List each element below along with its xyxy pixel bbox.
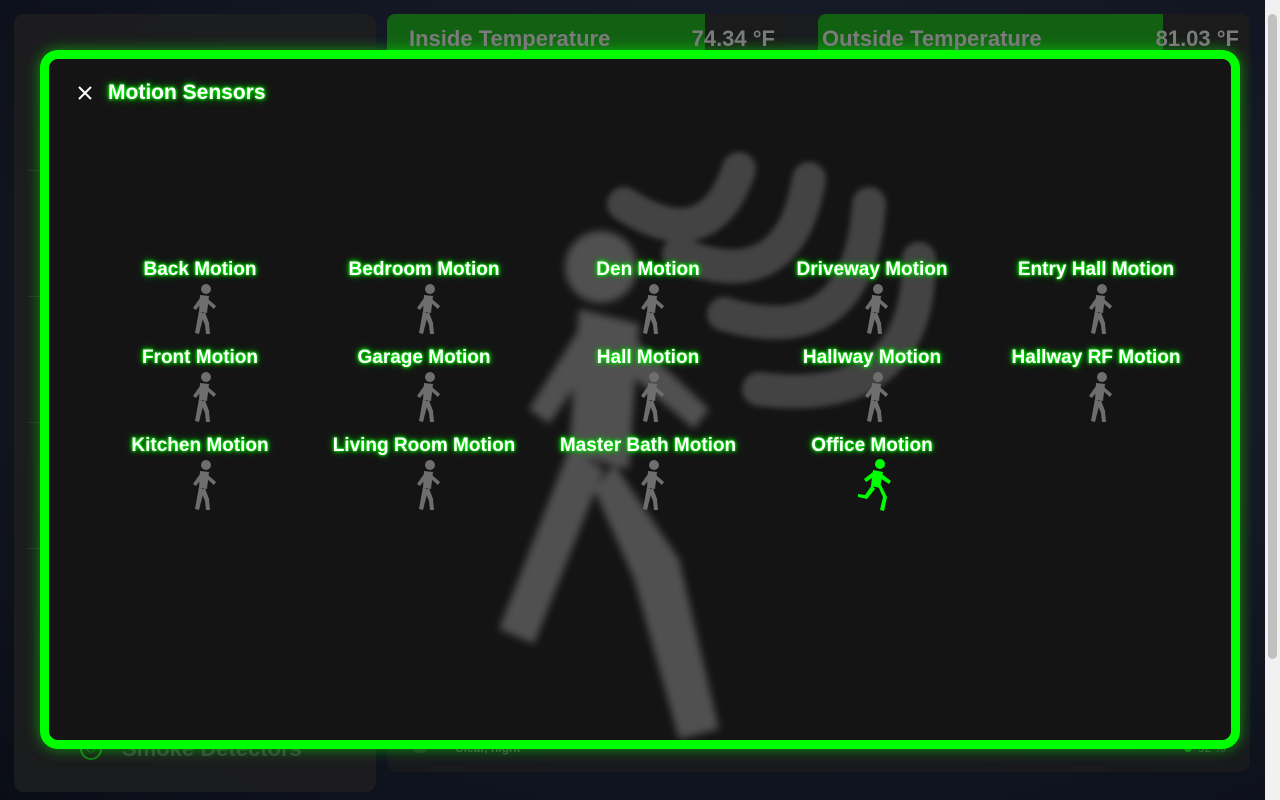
sensor-tile[interactable]: Garage Motion (312, 345, 536, 433)
page-scrollbar[interactable] (1265, 0, 1280, 800)
sensor-name: Kitchen Motion (131, 435, 269, 456)
sensor-tile[interactable]: Back Motion (88, 257, 312, 345)
close-icon (78, 86, 92, 100)
inside-temperature-value: 74.34 °F (691, 26, 775, 51)
walk-icon (1080, 283, 1120, 335)
walk-icon (1080, 371, 1120, 423)
sensor-tile[interactable]: Living Room Motion (312, 433, 536, 521)
close-button[interactable] (74, 82, 96, 104)
walk-icon (856, 283, 896, 335)
sensor-grid: Back Motion Bedroom Motion Den Motion Dr… (88, 257, 1208, 521)
walk-icon (408, 459, 448, 511)
walk-icon (184, 459, 224, 511)
outside-temperature-value: 81.03 °F (1155, 26, 1239, 51)
sensor-tile[interactable]: Front Motion (88, 345, 312, 433)
sensor-tile[interactable]: Driveway Motion (760, 257, 984, 345)
sensor-name: Back Motion (143, 259, 257, 280)
sensor-name: Hallway RF Motion (1011, 347, 1181, 368)
sensor-tile[interactable]: Kitchen Motion (88, 433, 312, 521)
sensor-tile[interactable]: Bedroom Motion (312, 257, 536, 345)
walk-icon (408, 371, 448, 423)
walk-icon (632, 459, 672, 511)
sensor-name: Garage Motion (357, 347, 491, 368)
sensor-name: Hallway Motion (802, 347, 942, 368)
sensor-name: Den Motion (596, 259, 700, 280)
sensor-tile[interactable]: Office Motion (760, 433, 984, 521)
sensor-tile[interactable]: Hallway Motion (760, 345, 984, 433)
sensor-name: Bedroom Motion (348, 259, 500, 280)
walk-icon (856, 371, 896, 423)
sensor-name: Hall Motion (596, 347, 700, 368)
sensor-tile[interactable]: Hall Motion (536, 345, 760, 433)
sensor-tile[interactable]: Hallway RF Motion (984, 345, 1208, 433)
dialog-title: Motion Sensors (108, 81, 266, 104)
sensor-name: Front Motion (141, 347, 259, 368)
motion-sensors-dialog: Motion Sensors Back Motion Bedroom Motio… (40, 50, 1240, 749)
walk-icon (184, 371, 224, 423)
walk-icon (408, 283, 448, 335)
inside-temperature-label: Inside Temperature (409, 26, 611, 51)
scrollbar-thumb[interactable] (1268, 14, 1277, 659)
outside-temperature-label: Outside Temperature (822, 26, 1042, 51)
sensor-name: Driveway Motion (796, 259, 948, 280)
sensor-tile[interactable]: Den Motion (536, 257, 760, 345)
walk-icon (632, 283, 672, 335)
sensor-name: Living Room Motion (332, 435, 516, 456)
run-icon (856, 459, 896, 511)
sensor-name: Entry Hall Motion (1017, 259, 1175, 280)
sensor-tile[interactable]: Master Bath Motion (536, 433, 760, 521)
walk-icon (632, 371, 672, 423)
sensor-name: Master Bath Motion (559, 435, 737, 456)
walk-icon (184, 283, 224, 335)
sensor-name: Office Motion (811, 435, 933, 456)
sensor-tile[interactable]: Entry Hall Motion (984, 257, 1208, 345)
dialog-header: Motion Sensors (74, 81, 266, 105)
